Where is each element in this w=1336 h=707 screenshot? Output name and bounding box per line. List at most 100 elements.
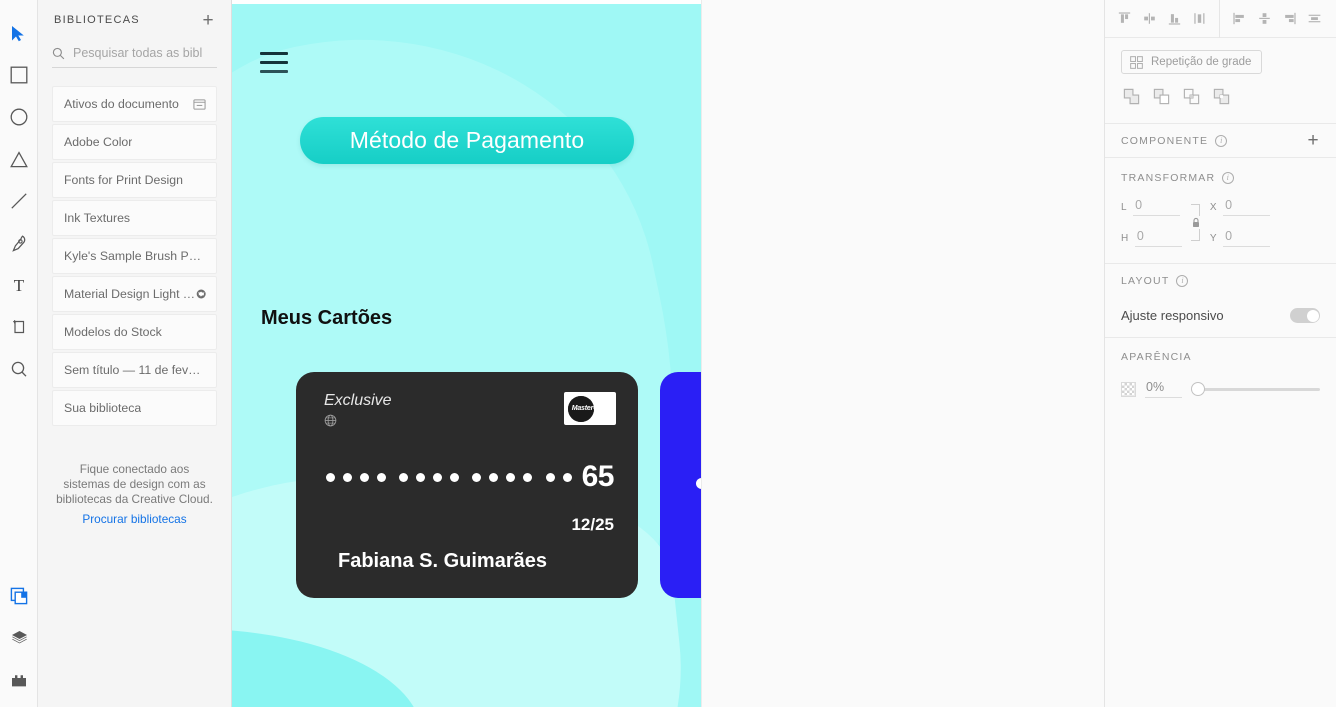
list-item[interactable]: Sua biblioteca <box>52 390 217 426</box>
grid-repeat-button[interactable]: Repetição de grade <box>1121 50 1263 74</box>
libraries-header: BIBLIOTECAS + <box>38 0 231 40</box>
triangle-tool[interactable] <box>0 138 38 180</box>
bracket-bottom <box>1191 229 1201 241</box>
libraries-panel: BIBLIOTECAS + Ativos do documento Adobe … <box>38 0 232 707</box>
card-tier-label: Exclusive <box>324 392 392 409</box>
y-field[interactable]: Y <box>1209 229 1271 247</box>
responsive-resize-toggle[interactable] <box>1290 308 1320 323</box>
document-assets-icon <box>193 98 206 110</box>
app-root: T BIBLIOTECAS + Pesquisar todas as bibl … <box>0 0 1336 707</box>
info-icon[interactable]: i <box>1176 275 1189 287</box>
payment-method-button[interactable]: Método de Pagamento <box>300 117 634 164</box>
align-left-icon[interactable] <box>1227 6 1252 32</box>
y-label: Y <box>1209 233 1218 244</box>
x-field[interactable]: X <box>1209 198 1271 216</box>
boolean-exclude-icon[interactable] <box>1209 83 1234 109</box>
card-brand-row: Exclusive MasterCard <box>324 392 616 427</box>
magnifier-tool[interactable] <box>0 348 38 390</box>
list-item[interactable]: Ink Textures <box>52 200 217 236</box>
width-input[interactable] <box>1133 198 1181 216</box>
grid-repeat-label: Repetição de grade <box>1151 56 1252 68</box>
distribute-horizontal-icon[interactable] <box>1252 6 1277 32</box>
mastercard-logo: MasterCard <box>564 392 616 425</box>
info-icon[interactable]: i <box>1222 172 1235 184</box>
align-right-icon[interactable] <box>1277 6 1302 32</box>
mastercard-circles: MasterCard <box>568 395 612 422</box>
card-number: 65 <box>326 460 614 494</box>
height-field[interactable]: H <box>1121 229 1182 247</box>
responsive-resize-row[interactable]: Ajuste responsivo <box>1105 298 1336 338</box>
libraries-search[interactable] <box>52 46 217 68</box>
search-icon <box>52 47 65 59</box>
opacity-input[interactable] <box>1145 380 1182 398</box>
layout-section-header: LAYOUT i <box>1105 264 1336 298</box>
layers-panel-toggle[interactable] <box>0 617 38 659</box>
distribute-vertical-icon[interactable] <box>1302 6 1327 32</box>
lock-icon[interactable] <box>1191 217 1201 228</box>
align-top-icon[interactable] <box>1112 6 1137 32</box>
boolean-subtract-icon[interactable] <box>1149 83 1174 109</box>
left-toolbar: T <box>0 0 38 707</box>
canvas-area[interactable]: 4G 12:00 Método de Pagamento Meus Cartõe… <box>232 0 1104 707</box>
hamburger-icon[interactable] <box>260 52 288 73</box>
list-item[interactable]: Adobe Color <box>52 124 217 160</box>
x-label: X <box>1209 202 1218 213</box>
appearance-section: APARÊNCIA <box>1105 338 1336 398</box>
width-field[interactable]: L <box>1121 198 1182 216</box>
align-middle-icon[interactable] <box>1137 6 1162 32</box>
card-digit-group-4: 65 <box>545 460 614 494</box>
lib-item-label: Fonts for Print Design <box>64 173 183 187</box>
add-library-button[interactable]: + <box>199 11 217 30</box>
align-center-h-icon[interactable] <box>1187 6 1212 32</box>
artboard[interactable]: 4G 12:00 Método de Pagamento Meus Cartõe… <box>232 0 701 707</box>
select-tool[interactable] <box>0 12 38 54</box>
grid-boolean-section: Repetição de grade <box>1105 38 1336 124</box>
opacity-slider[interactable] <box>1191 382 1320 397</box>
height-input[interactable] <box>1134 229 1182 247</box>
artboard-tool[interactable] <box>0 306 38 348</box>
info-icon[interactable]: i <box>1215 134 1228 147</box>
background-wave-1 <box>232 4 701 707</box>
grid-icon <box>1130 55 1143 69</box>
lib-item-label: Material Design Light The… <box>64 287 196 301</box>
cards-carousel[interactable]: Exclusive MasterCard 65 12/25 Fabiana S.… <box>232 372 701 598</box>
x-input[interactable] <box>1223 198 1271 216</box>
list-item[interactable]: Kyle's Sample Brush Pack <box>52 238 217 274</box>
list-item[interactable]: Fonts for Print Design <box>52 162 217 198</box>
pen-tool[interactable] <box>0 222 38 264</box>
toolbar-bottom-group <box>0 575 38 701</box>
plugins-panel-toggle[interactable] <box>0 659 38 701</box>
background-wave-3 <box>232 629 422 707</box>
libraries-footer: Fique conectado aos sistemas de design c… <box>38 462 231 526</box>
list-item[interactable]: Ativos do documento <box>52 86 217 122</box>
component-section-header: COMPONENTE i + <box>1105 124 1336 158</box>
credit-card-premium[interactable]: Premium Verified by VISA <box>660 372 701 598</box>
mastercard-wordmark: MasterCard <box>571 404 609 412</box>
lib-item-label: Ink Textures <box>64 211 131 225</box>
align-bottom-icon[interactable] <box>1162 6 1187 32</box>
search-input[interactable] <box>73 46 213 60</box>
boolean-intersect-icon[interactable] <box>1179 83 1204 109</box>
y-input[interactable] <box>1223 229 1271 247</box>
opacity-swatch[interactable] <box>1121 381 1136 397</box>
payment-method-label: Método de Pagamento <box>349 127 585 153</box>
transform-header: TRANSFORMAR i <box>1121 172 1320 184</box>
add-component-button[interactable]: + <box>1304 131 1322 150</box>
list-item[interactable]: Material Design Light The… <box>52 276 217 312</box>
ellipse-tool[interactable] <box>0 96 38 138</box>
aspect-lock-group[interactable] <box>1184 204 1208 241</box>
list-item[interactable]: Modelos do Stock <box>52 314 217 350</box>
line-tool[interactable] <box>0 180 38 222</box>
svg-text:T: T <box>13 276 24 294</box>
size-fields: L H <box>1121 198 1182 247</box>
card-digit-group-2 <box>399 472 460 482</box>
libraries-panel-toggle[interactable] <box>0 575 38 617</box>
text-tool[interactable]: T <box>0 264 38 306</box>
lib-item-label: Sua biblioteca <box>64 401 142 415</box>
rectangle-tool[interactable] <box>0 54 38 96</box>
browse-libraries-link[interactable]: Procurar bibliotecas <box>56 512 213 526</box>
boolean-unite-icon[interactable] <box>1119 83 1144 109</box>
opacity-slider-knob[interactable] <box>1191 382 1205 396</box>
list-item[interactable]: Sem título — 11 de fevere… <box>52 352 217 388</box>
credit-card-exclusive[interactable]: Exclusive MasterCard 65 12/25 Fabiana S.… <box>296 372 638 598</box>
